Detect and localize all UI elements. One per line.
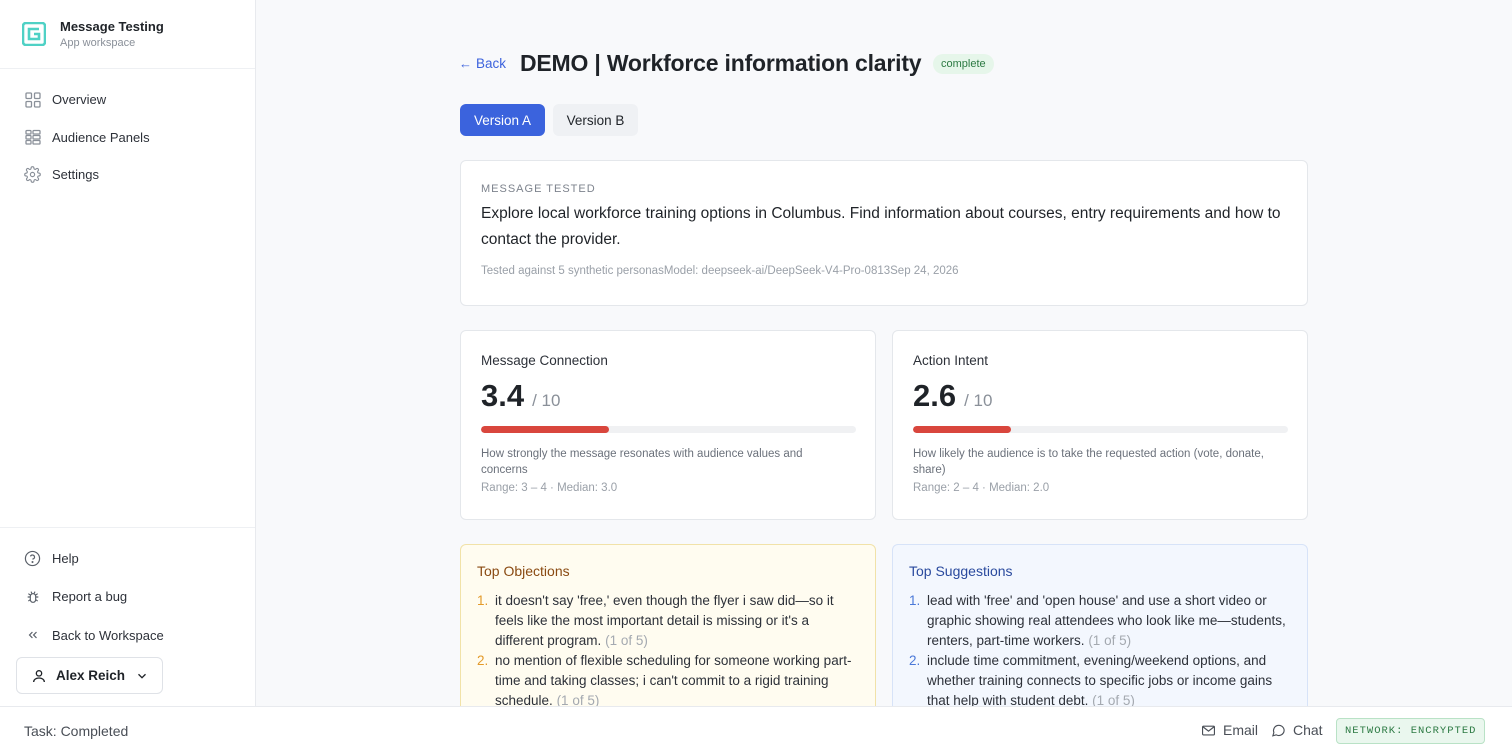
score-bar (481, 426, 856, 433)
page-title: DEMO | Workforce information clarity (520, 50, 922, 76)
user-icon (33, 669, 45, 682)
double-chevron-left-icon (24, 627, 41, 644)
score-row: 3.4 / 10 (481, 378, 855, 414)
list-item: 1. it doesn't say 'free,' even though th… (477, 591, 859, 651)
app-logo-icon (22, 22, 46, 46)
tab-version-b[interactable]: Version B (553, 104, 638, 136)
metric-range: Range: 2 – 4 · Median: 2.0 (913, 482, 1050, 494)
objection-text: it doesn't say 'free,' even though the f… (495, 593, 834, 648)
metric-range: Range: 3 – 4 · Median: 3.0 (481, 482, 618, 494)
back-label: Back (476, 56, 507, 71)
sidebar-item-label: Help (52, 550, 79, 566)
list-text: it doesn't say 'free,' even though the f… (495, 591, 859, 651)
top-objections-card: Top Objections 1. it doesn't say 'free,'… (460, 544, 876, 706)
metric-score: 3.4 (481, 378, 525, 413)
score-row: 2.6 / 10 (913, 378, 1287, 414)
status-badge: complete (933, 54, 994, 74)
list-item: 2. include time commitment, evening/week… (909, 651, 1291, 706)
score-bar (913, 426, 1288, 433)
gear-icon (24, 166, 41, 184)
sidebar-item-label: Report a bug (52, 589, 128, 605)
app-title: Message Testing (60, 19, 164, 34)
metric-score-max: / 10 (532, 391, 561, 410)
list-number: 2. (909, 653, 921, 668)
list-text: no mention of flexible scheduling for so… (495, 651, 859, 706)
list-number: 2. (477, 653, 489, 668)
list-item: 2. no mention of flexible scheduling for… (477, 651, 859, 706)
metric-description: How strongly the message resonates with … (481, 448, 803, 476)
mail-icon (1202, 725, 1215, 735)
email-button[interactable]: Email (1201, 722, 1258, 738)
top-objections-title: Top Objections (477, 563, 570, 579)
metric-card-message-connection: Message Connection 3.4 / 10 How strongly… (460, 330, 876, 520)
top-suggestions-title: Top Suggestions (909, 563, 1013, 579)
bug-icon (24, 588, 41, 605)
objection-text: no mention of flexible scheduling for so… (495, 653, 852, 706)
user-menu-button[interactable]: Alex Reich (16, 657, 163, 694)
list-text: lead with 'free' and 'open house' and us… (927, 591, 1291, 651)
main-content: ← Back DEMO | Workforce information clar… (257, 0, 1512, 706)
list-item: 1. lead with 'free' and 'open house' and… (909, 591, 1291, 651)
objection-count: (1 of 5) (556, 693, 600, 706)
app-subtitle: App workspace (60, 37, 136, 49)
panels-icon (24, 129, 41, 146)
arrow-left-icon: ← (459, 56, 472, 71)
score-bar-fill (913, 426, 1011, 433)
suggestions-list: 1. lead with 'free' and 'open house' and… (909, 591, 1291, 706)
chevron-down-icon (138, 673, 146, 679)
email-label: Email (1223, 722, 1259, 738)
message-tested-heading: MESSAGE TESTED (481, 183, 596, 195)
metric-title: Action Intent (913, 353, 989, 368)
top-suggestions-card: Top Suggestions 1. lead with 'free' and … (892, 544, 1308, 706)
metric-card-action-intent: Action Intent 2.6 / 10 How likely the au… (892, 330, 1308, 520)
chat-button[interactable]: Chat (1271, 722, 1323, 738)
message-meta: Tested against 5 synthetic personasModel… (481, 265, 959, 277)
sidebar-item-label: Back to Workspace (52, 627, 164, 643)
list-text: include time commitment, evening/weekend… (927, 651, 1291, 706)
list-number: 1. (909, 593, 921, 608)
score-bar-fill (481, 426, 609, 433)
sidebar-item-audience-panels[interactable]: Audience Panels (0, 119, 255, 157)
sidebar: Message Testing App workspace Overview A… (0, 0, 256, 706)
user-name: Alex Reich (56, 668, 126, 683)
chat-icon (1272, 724, 1285, 737)
metric-description: How likely the audience is to take the r… (913, 448, 1264, 476)
message-text: Explore local workforce training options… (481, 205, 1281, 248)
chat-label: Chat (1293, 722, 1323, 738)
sidebar-footer: Help Report a bug Back to Workspace (0, 527, 255, 655)
list-number: 1. (477, 593, 489, 608)
grid-icon (24, 91, 41, 108)
sidebar-item-report-bug[interactable]: Report a bug (0, 578, 255, 617)
metric-title: Message Connection (481, 353, 608, 368)
sidebar-item-label: Settings (52, 167, 99, 183)
suggestion-count: (1 of 5) (1088, 633, 1132, 648)
brand: Message Testing App workspace (0, 0, 255, 69)
metric-score: 2.6 (913, 378, 957, 413)
suggestion-count: (1 of 5) (1092, 693, 1135, 706)
tab-version-a[interactable]: Version A (460, 104, 545, 136)
help-icon (24, 550, 41, 567)
sidebar-nav: Overview Audience Panels Settings (0, 69, 255, 194)
objection-count: (1 of 5) (605, 633, 648, 648)
sidebar-item-label: Overview (52, 92, 107, 108)
metric-score-max: / 10 (964, 391, 993, 410)
task-status: Task: Completed (24, 723, 129, 739)
sidebar-item-back-to-workspace[interactable]: Back to Workspace (0, 616, 255, 655)
sidebar-item-overview[interactable]: Overview (0, 81, 255, 119)
message-tested-card: MESSAGE TESTED Explore local workforce t… (460, 160, 1308, 306)
objections-list: 1. it doesn't say 'free,' even though th… (477, 591, 859, 706)
sidebar-item-help[interactable]: Help (0, 539, 255, 578)
network-status-badge: NETWORK: ENCRYPTED (1336, 718, 1486, 744)
status-bar: Task: Completed Email Chat NETWORK: ENCR… (0, 706, 1512, 754)
sidebar-item-label: Audience Panels (52, 129, 150, 145)
back-link[interactable]: ← Back (459, 56, 506, 71)
sidebar-item-settings[interactable]: Settings (0, 156, 255, 194)
